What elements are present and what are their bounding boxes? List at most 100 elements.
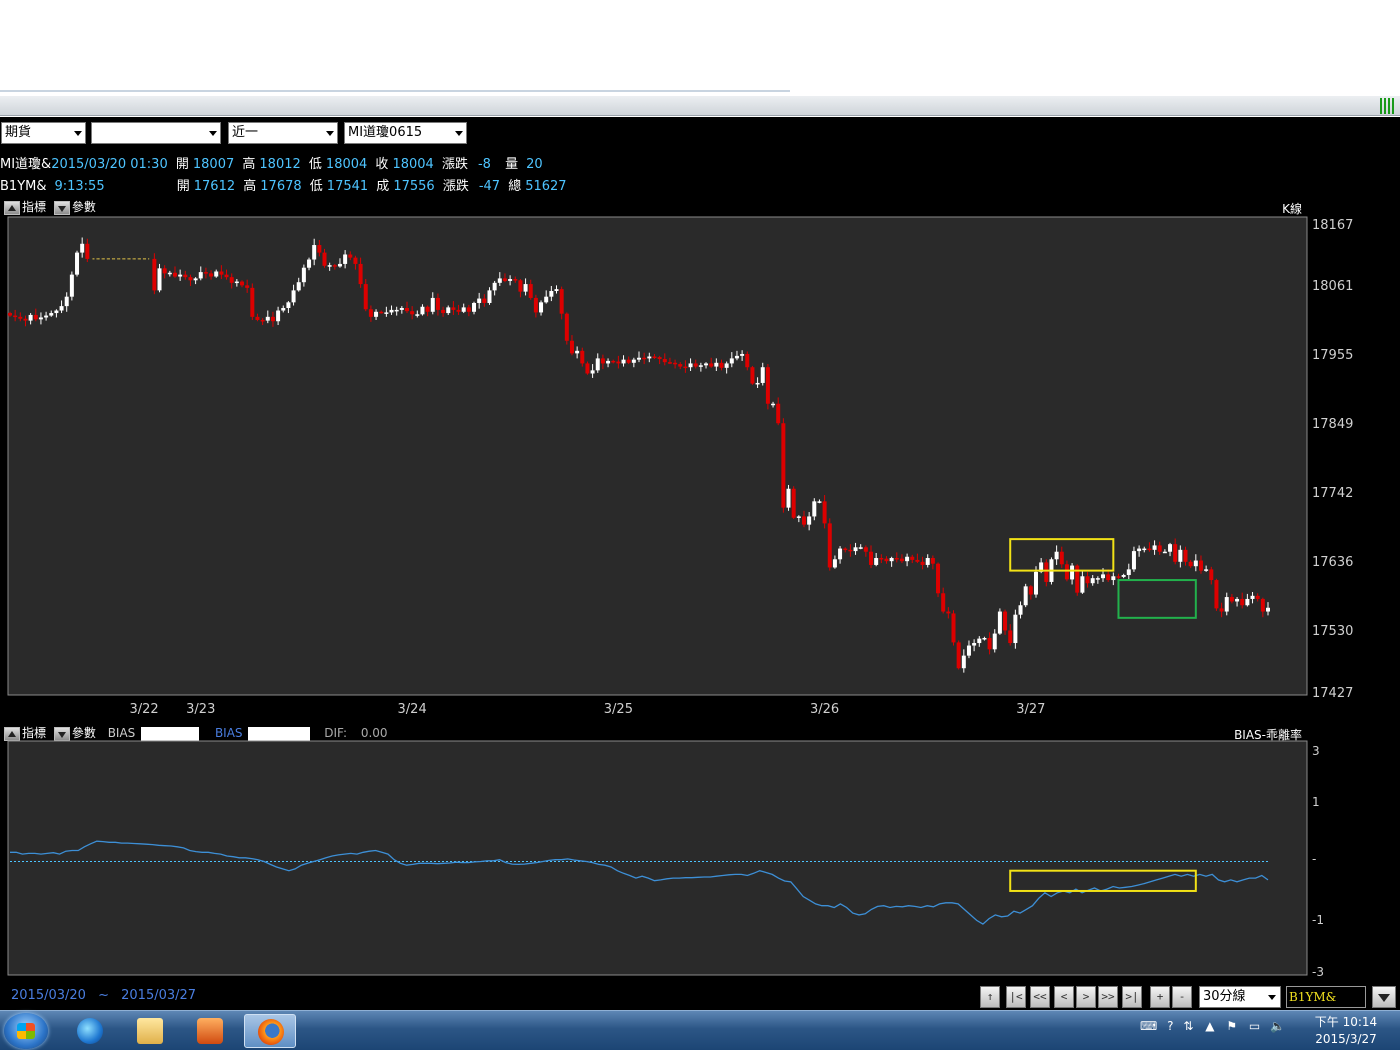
candle-body xyxy=(941,593,946,612)
taskbar-firefox[interactable] xyxy=(244,1014,296,1048)
candle-body xyxy=(869,551,874,565)
candle-body xyxy=(678,364,683,367)
candle-body xyxy=(771,403,776,406)
firefox-icon xyxy=(258,1019,284,1045)
nav-button-8[interactable]: - xyxy=(1172,986,1192,1008)
candle-body xyxy=(172,272,177,277)
taskbar-media[interactable] xyxy=(184,1014,236,1048)
candle-body xyxy=(528,284,533,298)
candle-body xyxy=(296,282,301,291)
volume-icon[interactable]: 🔈 xyxy=(1270,1019,1285,1033)
symbol-input[interactable]: B1YM& xyxy=(1286,986,1366,1008)
nav-button-2[interactable]: << xyxy=(1030,986,1050,1008)
candle-body xyxy=(1080,576,1085,593)
candle-body xyxy=(817,501,822,503)
candle-body xyxy=(1168,544,1173,552)
period-select[interactable]: 30分線 xyxy=(1199,986,1281,1008)
nav-button-1[interactable]: |< xyxy=(1006,986,1026,1008)
candle-body xyxy=(796,516,801,518)
app-gray-bar xyxy=(0,96,1400,116)
taskbar-ie[interactable] xyxy=(64,1014,116,1048)
date-from: 2015/03/20 xyxy=(11,988,86,1003)
candle-body xyxy=(946,611,951,614)
candle-body xyxy=(1003,611,1008,631)
candle-body xyxy=(456,309,461,312)
candle-body xyxy=(637,357,641,360)
candle-body xyxy=(807,516,812,525)
candle-body xyxy=(487,290,492,303)
candle-body xyxy=(848,549,853,552)
top-divider xyxy=(0,90,790,92)
candle-body xyxy=(781,423,786,508)
candle-body xyxy=(647,356,652,359)
candle-body xyxy=(1183,549,1188,562)
candle-body xyxy=(585,363,590,374)
candle-body xyxy=(755,382,760,385)
candle-body xyxy=(1266,607,1270,612)
date-range: 2015/03/20 ~ 2015/03/27 xyxy=(11,988,196,1003)
candle-body xyxy=(255,316,260,320)
keyboard-icon[interactable]: ⌨ xyxy=(1140,1019,1157,1033)
help-icon[interactable]: ? xyxy=(1167,1019,1173,1033)
candle-body xyxy=(157,268,162,291)
candle-body xyxy=(832,559,837,568)
candle-body xyxy=(502,278,507,281)
candle-body xyxy=(652,356,657,359)
candle-body xyxy=(348,254,353,258)
nav-button-3[interactable]: < xyxy=(1054,986,1074,1008)
main-y-tick: 17955 xyxy=(1312,348,1353,363)
candle-body xyxy=(1126,569,1131,576)
candle-body xyxy=(673,362,678,365)
dropdown-arrow-icon[interactable] xyxy=(1372,986,1396,1008)
network-icon[interactable]: ⇅ xyxy=(1183,1019,1193,1033)
candle-body xyxy=(765,367,770,404)
monitor-icon[interactable]: ▭ xyxy=(1249,1019,1260,1033)
candle-body xyxy=(54,310,59,314)
chart-canvas: K線 BIAS-乖離率 18167 18061 17955 17849 17742 176… xyxy=(7,201,1353,979)
candle-body xyxy=(198,272,203,279)
candle-body xyxy=(23,318,28,321)
candle-body xyxy=(709,363,714,367)
nav-button-6[interactable]: >| xyxy=(1122,986,1142,1008)
candle-body xyxy=(827,523,832,568)
candle-body xyxy=(446,307,451,314)
nav-button-7[interactable]: + xyxy=(1150,986,1170,1008)
candle-body xyxy=(719,362,724,368)
start-button[interactable] xyxy=(4,1013,48,1049)
candle-body xyxy=(657,357,662,360)
candle-body xyxy=(461,307,466,312)
main-y-tick: 18061 xyxy=(1312,279,1353,294)
candle-body xyxy=(936,563,941,594)
candle-body xyxy=(44,315,49,318)
nav-button-4[interactable]: > xyxy=(1076,986,1096,1008)
taskbar-clock[interactable]: 下午 10:14 2015/3/27 xyxy=(1308,1014,1384,1048)
candle-body xyxy=(698,365,703,367)
folder-icon xyxy=(137,1018,163,1044)
candle-body xyxy=(905,556,910,562)
nav-button-0[interactable]: ↑ xyxy=(980,986,1000,1008)
candle-body xyxy=(291,290,296,303)
candle-body xyxy=(750,367,755,384)
candle-body xyxy=(234,281,239,284)
candle-body xyxy=(368,309,373,317)
candle-body xyxy=(745,353,750,368)
main-date-label: 3/26 xyxy=(810,702,839,717)
taskbar-explorer[interactable] xyxy=(124,1014,176,1048)
candle-body xyxy=(286,302,291,309)
nav-button-5[interactable]: >> xyxy=(1098,986,1118,1008)
show-hidden-icon[interactable]: ▲ xyxy=(1205,1019,1214,1033)
candle-body xyxy=(1023,586,1028,606)
candle-body xyxy=(920,561,925,565)
candle-body xyxy=(621,359,626,364)
flag-icon[interactable]: ⚑ xyxy=(1226,1019,1237,1033)
candle-body xyxy=(245,285,250,288)
candle-body xyxy=(838,548,843,560)
date-to: 2015/03/27 xyxy=(121,988,197,1003)
clock-time: 下午 10:14 xyxy=(1314,1015,1378,1029)
candle-body xyxy=(863,547,868,552)
candle-body xyxy=(152,258,157,291)
candle-body xyxy=(1054,551,1059,560)
grip-icon[interactable] xyxy=(1380,98,1396,114)
main-date-label: 3/23 xyxy=(186,702,215,717)
candle-body xyxy=(270,316,275,322)
